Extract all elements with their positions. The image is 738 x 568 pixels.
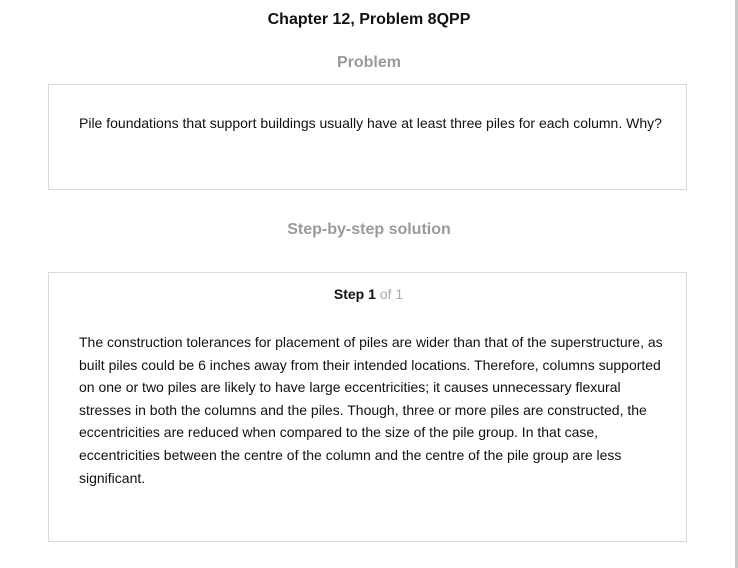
step-of-total: of 1 [379,286,404,302]
step-label: Step 1 of 1 [49,286,688,302]
page-title: Chapter 12, Problem 8QPP [267,11,471,28]
step-word: Step [333,286,365,302]
solution-text: The construction tolerances for placemen… [79,334,663,486]
problem-card: Pile foundations that support buildings … [48,84,687,190]
solution-heading: Step-by-step solution [287,221,451,238]
step-number: 1 [368,286,376,302]
problem-text: Pile foundations that support buildings … [79,115,662,131]
solution-card: Step 1 of 1 The construction tolerances … [48,272,687,542]
problem-heading: Problem [336,54,401,71]
